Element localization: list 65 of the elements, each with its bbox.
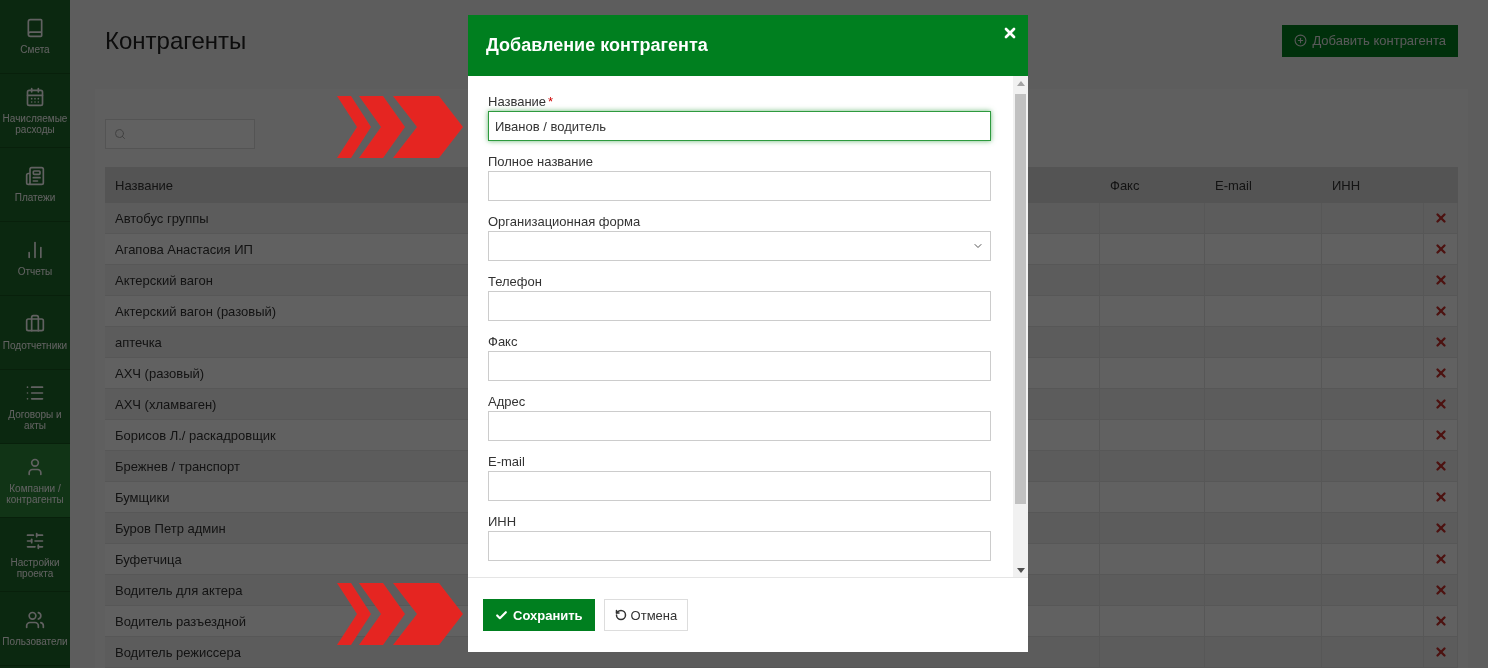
sidebar-label: Начисляемые расходы [2, 112, 68, 135]
delete-icon[interactable] [1433, 335, 1448, 349]
sliders-icon [25, 530, 45, 551]
sidebar-label: Пользователи [2, 636, 68, 647]
delete-icon[interactable] [1433, 211, 1448, 225]
required-mark: * [548, 93, 554, 109]
search-field[interactable] [105, 119, 255, 149]
sidebar-label: Настройки проекта [9, 556, 61, 579]
search-icon [114, 128, 126, 140]
sidebar-label: Договоры и акты [7, 408, 63, 431]
input-field[interactable] [488, 171, 991, 201]
page-title: Контрагенты [105, 26, 247, 55]
input-field[interactable] [488, 291, 991, 321]
field-label: Факс [488, 333, 519, 349]
input-field[interactable] [488, 471, 991, 501]
list-card-icon [25, 166, 45, 186]
delete-icon[interactable] [1433, 459, 1448, 473]
sidebar-label: Отчеты [17, 266, 53, 277]
delete-icon[interactable] [1433, 583, 1448, 597]
dialog-title: Добавление контрагента [486, 35, 708, 56]
close-icon[interactable] [1002, 25, 1018, 41]
delete-icon[interactable] [1433, 428, 1448, 442]
sidebar-label: Подотчетники [2, 340, 68, 351]
add-button[interactable]: Добавить контрагента [1282, 24, 1458, 57]
sidebar-label: Компании / контрагенты [5, 482, 65, 505]
calendar-icon [25, 86, 45, 107]
undo-icon [614, 609, 627, 621]
column-header: E-mail [1205, 167, 1322, 203]
select-field[interactable] [488, 231, 991, 261]
sidebar-label: Платежи [14, 192, 56, 203]
column-header: ИНН [1322, 167, 1424, 203]
field-label: E-mail [488, 453, 526, 469]
delete-icon[interactable] [1433, 645, 1448, 659]
input-field[interactable] [488, 351, 991, 381]
cancel-button[interactable]: Отмена [603, 599, 689, 631]
scrollbar[interactable] [1013, 76, 1028, 577]
check-icon [495, 608, 508, 622]
delete-icon[interactable] [1433, 521, 1448, 535]
field-label: Организационная форма [488, 213, 642, 229]
input-field[interactable] [488, 531, 991, 561]
plus-circle-icon [1294, 34, 1308, 47]
save-button[interactable]: Сохранить [483, 599, 595, 631]
users-icon [25, 610, 45, 630]
input-field[interactable] [488, 411, 991, 441]
field-label: Название* [488, 93, 555, 109]
delete-icon[interactable] [1433, 366, 1448, 380]
field-label: ИНН [488, 513, 518, 529]
sidebar-label: Смета [20, 44, 50, 55]
delete-icon[interactable] [1433, 552, 1448, 566]
field-label: Адрес [488, 393, 527, 409]
delete-icon[interactable] [1433, 614, 1448, 628]
input-field[interactable]: Иванов / водитель [488, 111, 991, 141]
briefcase-icon [25, 314, 45, 334]
delete-icon[interactable] [1433, 304, 1448, 318]
sidebar-item[interactable]: Компании / контрагенты [0, 444, 70, 518]
delete-icon[interactable] [1433, 273, 1448, 287]
user-icon [25, 456, 45, 477]
delete-icon[interactable] [1433, 397, 1448, 411]
book-icon [25, 18, 45, 38]
delete-icon[interactable] [1433, 242, 1448, 256]
column-header: Факс [1100, 167, 1205, 203]
field-label: Полное название [488, 153, 594, 169]
field-label: Телефон [488, 273, 543, 289]
delete-icon[interactable] [1433, 490, 1448, 504]
bar-chart-icon [25, 240, 45, 260]
